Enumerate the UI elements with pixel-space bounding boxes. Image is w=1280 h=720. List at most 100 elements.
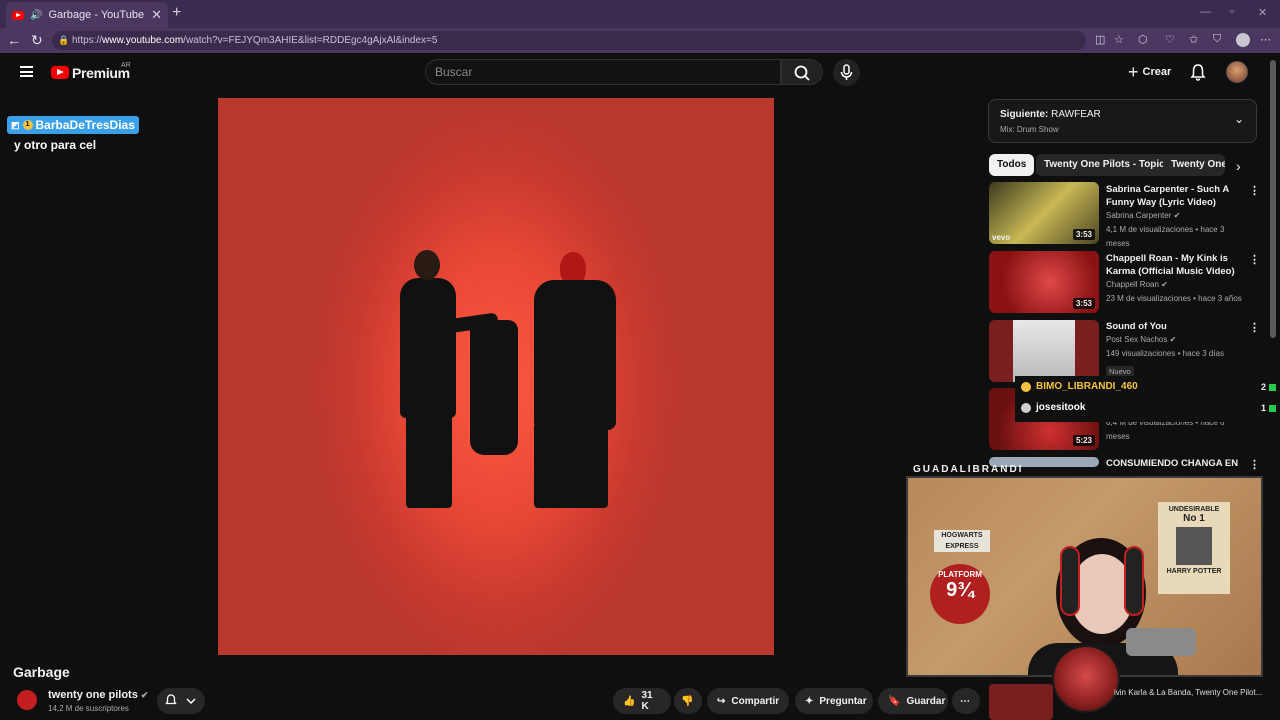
gift-row: josesitook xyxy=(1021,402,1085,413)
streamer-avatar-overlay xyxy=(1052,645,1120,713)
scrollbar[interactable] xyxy=(1270,60,1276,338)
save-label: Guardar xyxy=(906,695,946,707)
rec-menu-icon[interactable]: ⋮ xyxy=(1249,458,1260,471)
chat-username: BarbaDeTresDias xyxy=(35,118,135,132)
menu-icon[interactable] xyxy=(20,66,33,77)
rec-channel: Post Sex Nachos ✔ xyxy=(1106,335,1177,344)
chip-all[interactable]: Todos xyxy=(989,154,1035,176)
chat-username-badge: ◩ 1 BarbaDeTresDias xyxy=(7,116,139,134)
gift-user: josesitook xyxy=(1036,402,1086,413)
url-field[interactable]: 🔒 https://www.youtube.com/watch?v=FEJYQm… xyxy=(52,31,1086,50)
favorite-star-icon[interactable]: ☆ xyxy=(1114,33,1124,46)
subscription-bell-button[interactable] xyxy=(157,688,205,714)
speaker-icon[interactable]: 🔊 xyxy=(30,10,42,21)
coin-badge-icon: 1 xyxy=(22,120,33,130)
rec-menu-icon[interactable]: ⋮ xyxy=(1249,321,1260,334)
duration-badge: 5:23 xyxy=(1072,435,1095,446)
headphone-left xyxy=(1060,546,1080,616)
figure-right-legs xyxy=(534,423,608,508)
thumbs-down-icon: 👎 xyxy=(681,695,694,707)
gift-count: 2 xyxy=(1261,382,1276,392)
browser-tab[interactable]: 🔊 Garbage - YouTube ✕ xyxy=(6,2,168,28)
microphone-icon xyxy=(840,64,853,80)
more-dots-icon: ⋯ xyxy=(960,695,970,707)
rec-meta: 23 M de visualizaciones • hace 3 años xyxy=(1106,294,1242,303)
back-icon[interactable]: ← xyxy=(7,32,21,48)
duration-badge: 3:53 xyxy=(1072,229,1095,240)
figure-left-head xyxy=(414,250,440,280)
sparkle-icon: ✦ xyxy=(805,695,814,707)
new-tab-button[interactable]: + xyxy=(172,4,181,22)
coin-icon xyxy=(1021,381,1031,392)
close-tab-icon[interactable]: ✕ xyxy=(151,7,162,23)
minimize-icon[interactable]: — xyxy=(1200,6,1211,18)
search-button[interactable] xyxy=(781,59,823,85)
more-actions-button[interactable]: ⋯ xyxy=(952,688,980,714)
rec-title: Sabrina Carpenter - Such A Funny Way (Ly… xyxy=(1106,184,1229,208)
account-avatar[interactable] xyxy=(1226,61,1248,83)
rec-menu-icon[interactable]: ⋮ xyxy=(1249,253,1260,266)
like-button[interactable]: 👍 31 K xyxy=(613,688,671,714)
create-button[interactable]: + Crear xyxy=(1120,59,1179,85)
rec-thumbnail[interactable]: 3:53 xyxy=(989,251,1099,313)
create-label: Crear xyxy=(1142,66,1172,78)
shield-icon[interactable]: ⛉ xyxy=(1213,33,1221,46)
subscriber-count: 14,2 M de suscriptores xyxy=(48,704,129,713)
dislike-button[interactable]: 👎 xyxy=(674,688,702,714)
like-count: 31 K xyxy=(641,690,653,712)
rec-thumbnail[interactable] xyxy=(989,320,1099,382)
browser-essentials-icon[interactable]: ♡ xyxy=(1165,33,1175,46)
split-view-icon[interactable]: ◫ xyxy=(1095,33,1105,46)
maximize-icon[interactable]: ▫ xyxy=(1230,6,1234,18)
stream-gift-overlay: BIMO_LIBRANDI_460 2 josesitook 1 xyxy=(1015,376,1280,422)
youtube-logo-icon[interactable] xyxy=(51,66,69,79)
rec-item[interactable]: Sabrina Carpenter - Such A Funny Way (Ly… xyxy=(1106,183,1246,251)
favorites-icon[interactable]: ✩ xyxy=(1189,33,1198,46)
search-icon xyxy=(794,65,810,81)
gift-user: BIMO_LIBRANDI_460 xyxy=(1036,381,1138,392)
rec-title: ivin Karla & La Banda, Twenty One Pilot.… xyxy=(1114,688,1263,697)
chip-topic[interactable]: Twenty One Pilots - Topic xyxy=(1036,154,1173,176)
rec-thumbnail[interactable]: vevo 3:53 xyxy=(989,182,1099,244)
gift-box-icon xyxy=(1269,383,1276,391)
chip-artist[interactable]: Twenty One xyxy=(1163,154,1225,176)
video-player[interactable] xyxy=(218,98,774,655)
playlist-next-panel[interactable]: Siguiente: RAWFEAR Mix: Drum Show ⌄ xyxy=(988,99,1257,143)
close-window-icon[interactable]: ✕ xyxy=(1258,6,1267,19)
verified-icon: ✔ xyxy=(1173,211,1181,220)
shield-badge-icon xyxy=(1021,402,1031,413)
twitch-badge-icon: ◩ xyxy=(11,119,20,130)
chevron-down-icon[interactable]: ⌄ xyxy=(1234,112,1244,126)
vevo-badge: vevo xyxy=(992,233,1011,242)
ask-button[interactable]: ✦ Preguntar xyxy=(795,688,873,714)
verified-icon: ✔ xyxy=(1169,335,1177,344)
channel-name[interactable]: twenty one pilots ✔ xyxy=(48,689,148,701)
share-button[interactable]: ↪ Compartir xyxy=(707,688,789,714)
rec-item[interactable]: Sound of You Post Sex Nachos ✔ 149 visua… xyxy=(1106,320,1246,379)
lock-icon: 🔒 xyxy=(58,35,70,45)
rec-thumbnail[interactable] xyxy=(989,684,1053,720)
youtube-header: Premium AR Buscar + Crear xyxy=(0,53,1280,93)
extensions-icon[interactable]: ⬡ xyxy=(1138,33,1148,46)
rec-item[interactable]: Chappell Roan - My Kink is Karma (Offici… xyxy=(1106,252,1246,306)
chevron-right-icon[interactable]: › xyxy=(1236,158,1241,174)
video-title: Garbage xyxy=(13,664,70,680)
save-button[interactable]: 🔖 Guardar xyxy=(878,688,948,714)
channel-avatar[interactable] xyxy=(17,690,37,710)
reload-icon[interactable]: ↻ xyxy=(31,32,43,49)
ask-label: Preguntar xyxy=(819,695,867,707)
bookmark-icon: 🔖 xyxy=(888,695,901,707)
rec-menu-icon[interactable]: ⋮ xyxy=(1249,184,1260,197)
rec-item[interactable]: CONSUMIENDO CHANGA EN xyxy=(1106,457,1246,470)
tab-title: Garbage - YouTube xyxy=(48,9,145,21)
streamer-name: GUADALIBRANDI xyxy=(913,464,1024,475)
more-options-icon[interactable]: ⋯ xyxy=(1260,33,1271,46)
bell-dropdown-icon xyxy=(165,694,196,705)
search-input[interactable]: Buscar xyxy=(425,59,781,85)
notifications-bell-icon[interactable] xyxy=(1190,63,1206,81)
gift-box-icon xyxy=(1269,404,1276,412)
verified-icon: ✔ xyxy=(1161,280,1168,289)
profile-avatar[interactable] xyxy=(1236,33,1250,47)
youtube-favicon-icon xyxy=(12,10,24,20)
voice-search-button[interactable] xyxy=(833,59,860,86)
